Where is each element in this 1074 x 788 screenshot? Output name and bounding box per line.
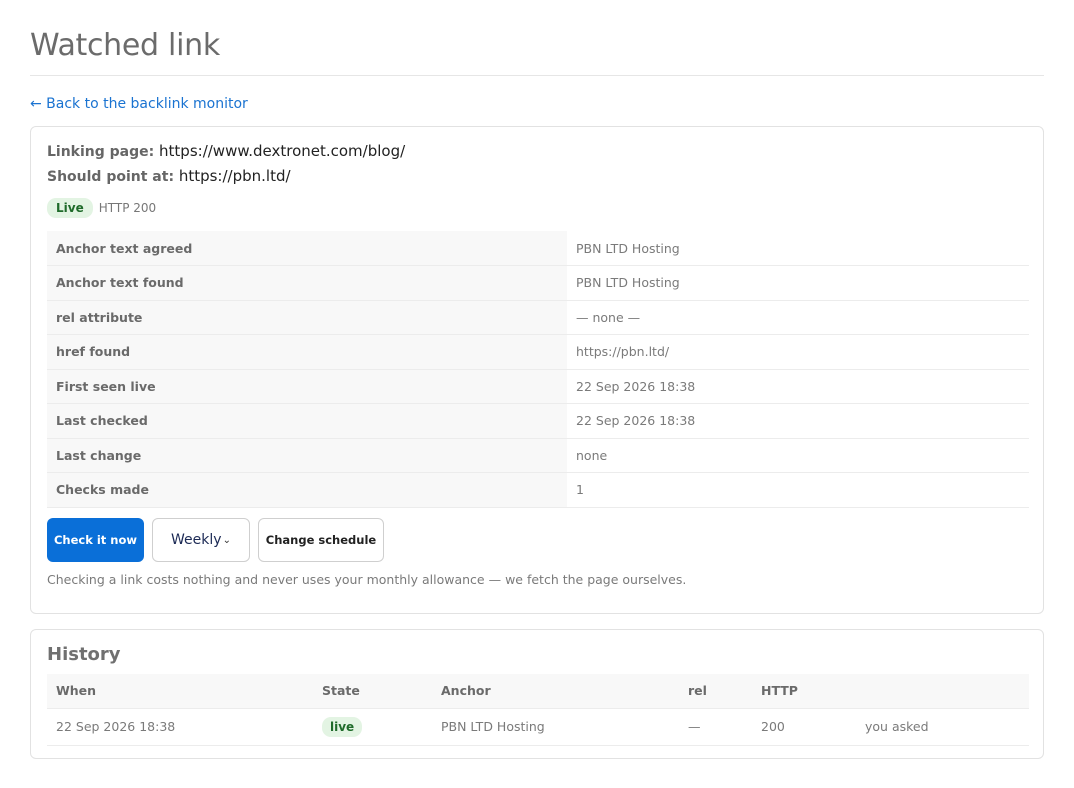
table-row: rel attribute — none —: [47, 300, 1029, 335]
detail-label: rel attribute: [47, 300, 567, 335]
http-status: HTTP 200: [98, 201, 157, 215]
history-http: 200: [752, 708, 856, 746]
details-table: Anchor text agreed PBN LTD Hosting Ancho…: [47, 231, 1029, 508]
page-title: Watched link: [30, 28, 220, 63]
column-header-anchor: Anchor: [432, 674, 679, 709]
detail-label: First seen live: [47, 369, 567, 404]
table-row: Last checked 22 Sep 2026 18:38: [47, 403, 1029, 439]
detail-label: Last checked: [47, 403, 567, 439]
chevron-down-icon: ⌄: [222, 534, 231, 546]
table-row: 22 Sep 2026 18:38 live PBN LTD Hosting —…: [47, 708, 1029, 746]
frequency-select[interactable]: Weekly ⌄: [152, 518, 250, 562]
detail-label: Anchor text agreed: [47, 231, 567, 266]
table-row: Last change none: [47, 438, 1029, 473]
history-header-row: When State Anchor rel HTTP: [47, 674, 1029, 709]
detail-value: https://pbn.ltd/: [567, 334, 1029, 370]
history-title: History: [47, 644, 121, 665]
detail-label: Last change: [47, 438, 567, 473]
detail-value: 22 Sep 2026 18:38: [567, 369, 1029, 404]
link-details-card: Linking page: https://www.dextronet.com/…: [30, 126, 1044, 614]
linking-page-line: Linking page: https://www.dextronet.com/…: [47, 142, 405, 160]
back-to-monitor-link[interactable]: ← Back to the backlink monitor: [30, 96, 248, 112]
cost-note: Checking a link costs nothing and never …: [47, 572, 687, 587]
actions-bar: Check it now Weekly ⌄ Change schedule: [47, 518, 384, 562]
linking-page-url: https://www.dextronet.com/blog/: [159, 142, 406, 160]
column-header-source: [856, 674, 1029, 709]
target-url: https://pbn.ltd/: [178, 167, 291, 185]
status-row: Live HTTP 200: [47, 198, 156, 218]
column-header-http: HTTP: [752, 674, 856, 709]
target-url-label: Should point at:: [47, 169, 175, 185]
detail-value: 22 Sep 2026 18:38: [567, 403, 1029, 439]
column-header-rel: rel: [679, 674, 752, 709]
table-row: Anchor text found PBN LTD Hosting: [47, 265, 1029, 301]
history-when: 22 Sep 2026 18:38: [47, 708, 313, 746]
state-badge: live: [322, 717, 363, 737]
table-row: href found https://pbn.ltd/: [47, 334, 1029, 370]
history-rel: —: [679, 708, 752, 746]
detail-label: Checks made: [47, 472, 567, 508]
history-card: History When State Anchor rel HTTP 22 Se…: [30, 629, 1044, 759]
column-header-state: State: [313, 674, 432, 709]
column-header-when: When: [47, 674, 313, 709]
table-row: First seen live 22 Sep 2026 18:38: [47, 369, 1029, 404]
title-divider: [30, 75, 1044, 76]
detail-value: — none —: [567, 300, 1029, 335]
history-anchor: PBN LTD Hosting: [432, 708, 679, 746]
detail-label: href found: [47, 334, 567, 370]
table-row: Anchor text agreed PBN LTD Hosting: [47, 231, 1029, 266]
history-table: When State Anchor rel HTTP 22 Sep 2026 1…: [47, 674, 1029, 746]
table-row: Checks made 1: [47, 472, 1029, 508]
history-source: you asked: [856, 708, 1029, 746]
detail-value: none: [567, 438, 1029, 473]
detail-value: PBN LTD Hosting: [567, 231, 1029, 266]
check-now-button[interactable]: Check it now: [47, 518, 144, 562]
detail-value: PBN LTD Hosting: [567, 265, 1029, 301]
history-state-cell: live: [313, 708, 432, 746]
target-url-line: Should point at: https://pbn.ltd/: [47, 167, 291, 185]
detail-label: Anchor text found: [47, 265, 567, 301]
change-schedule-button[interactable]: Change schedule: [258, 518, 384, 562]
status-badge: Live: [47, 198, 93, 218]
frequency-selected-value: Weekly: [171, 532, 222, 548]
detail-value: 1: [567, 472, 1029, 508]
linking-page-label: Linking page:: [47, 144, 155, 160]
